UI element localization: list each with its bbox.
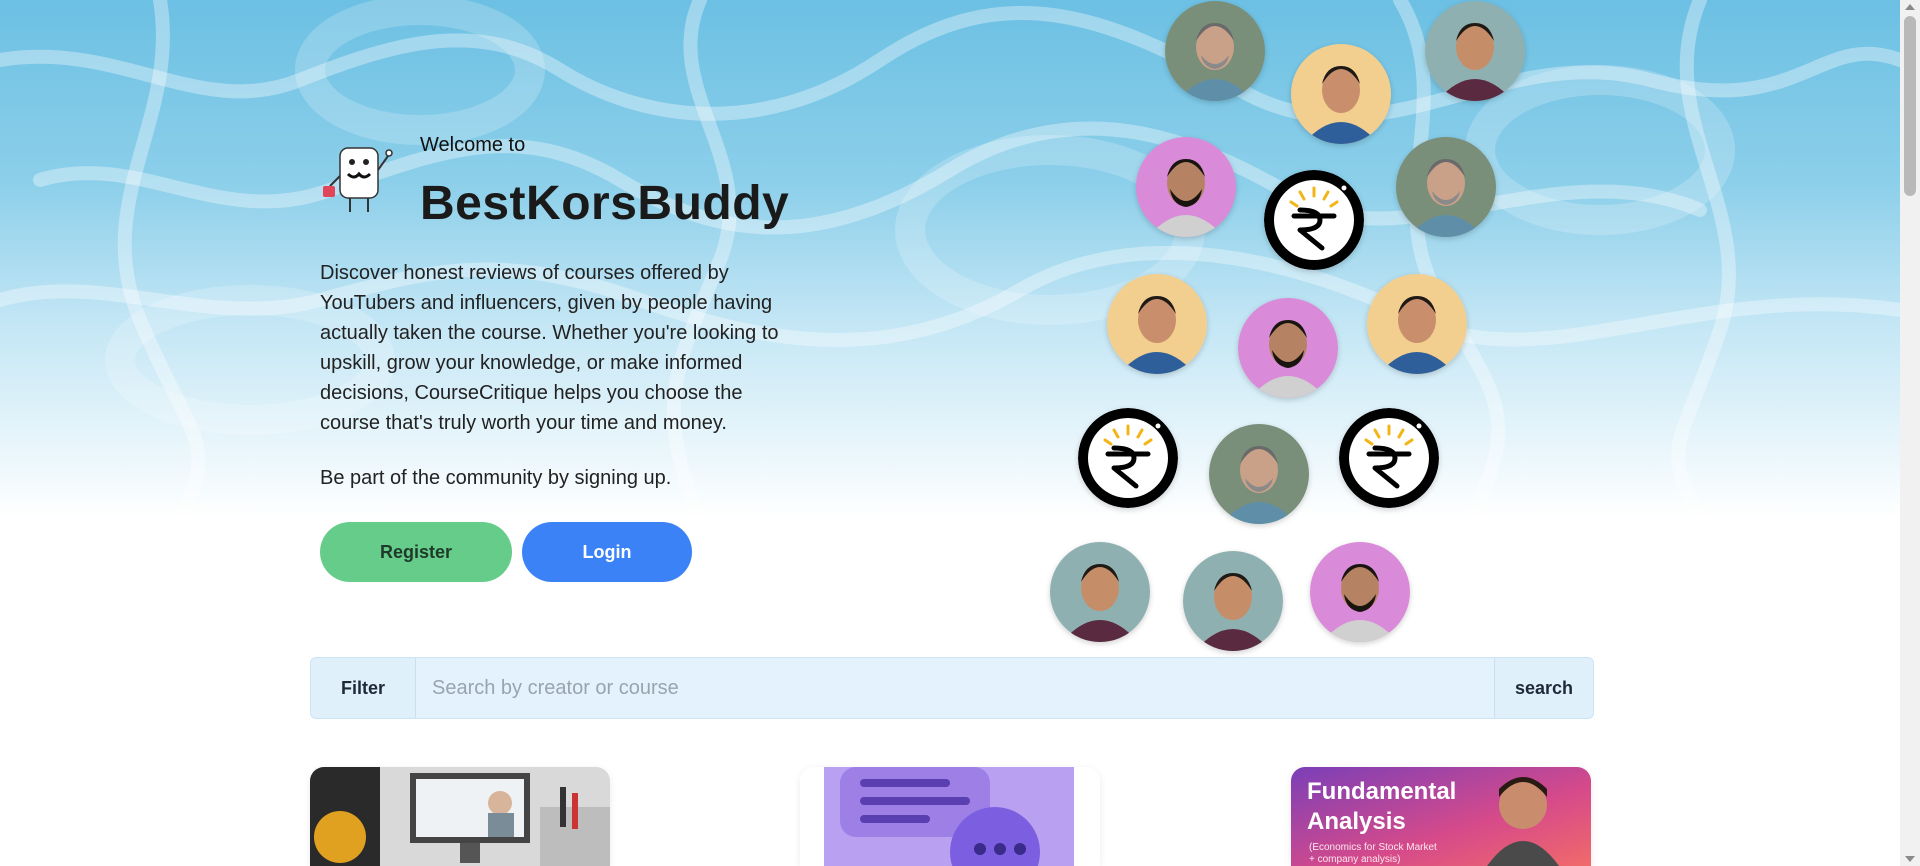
course-card[interactable] xyxy=(310,767,610,866)
scroll-up-icon[interactable] xyxy=(1905,4,1915,10)
creator-avatar[interactable] xyxy=(1367,274,1467,374)
filter-button[interactable]: Filter xyxy=(311,658,416,718)
creator-avatar[interactable] xyxy=(1238,298,1338,398)
creator-photo xyxy=(1050,542,1150,642)
course-image-online-class xyxy=(310,767,610,866)
creator-photo xyxy=(1367,274,1467,374)
creator-avatar[interactable] xyxy=(1107,274,1207,374)
creator-avatar[interactable] xyxy=(1209,424,1309,524)
creator-avatar[interactable] xyxy=(1183,551,1283,651)
course-card[interactable] xyxy=(800,767,1100,866)
creator-photo xyxy=(1183,551,1283,651)
hero-description: Discover honest reviews of courses offer… xyxy=(320,262,779,434)
welcome-text: Welcome to xyxy=(420,134,526,156)
course-card-subtitle: (Economics for Stock Market + company an… xyxy=(1309,842,1437,865)
scroll-thumb[interactable] xyxy=(1904,16,1916,196)
course-card-title: Fundamental Analysis xyxy=(1307,778,1457,835)
creator-avatar[interactable] xyxy=(1136,137,1236,237)
creator-avatar[interactable] xyxy=(1396,137,1496,237)
creator-avatar[interactable] xyxy=(1310,542,1410,642)
mascot-logo xyxy=(320,140,400,220)
creator-photo xyxy=(1291,44,1391,144)
creator-avatar[interactable] xyxy=(1425,1,1525,101)
login-button[interactable]: Login xyxy=(522,522,692,582)
creator-photo xyxy=(1165,1,1265,101)
search-bar: Filter search xyxy=(310,657,1594,719)
creator-photo xyxy=(1310,542,1410,642)
rupee-logo-icon xyxy=(1078,408,1178,508)
register-button[interactable]: Register xyxy=(320,522,512,582)
hero-background xyxy=(0,0,1900,520)
creator-photo xyxy=(1396,137,1496,237)
page-scrollbar[interactable] xyxy=(1900,0,1920,866)
creator-photo xyxy=(1238,298,1338,398)
rupee-logo-icon xyxy=(1339,408,1439,508)
creator-photo xyxy=(1136,137,1236,237)
signup-prompt: Be part of the community by signing up. xyxy=(320,467,672,489)
creator-photo xyxy=(1425,1,1525,101)
course-image-chat-bubbles xyxy=(800,767,1100,866)
brand-title: BestKorsBuddy xyxy=(420,177,790,230)
creator-avatar[interactable] xyxy=(1165,1,1265,101)
search-button[interactable]: search xyxy=(1494,658,1593,718)
creator-logo-avatar[interactable] xyxy=(1078,408,1178,508)
creator-photo xyxy=(1209,424,1309,524)
creator-logo-avatar[interactable] xyxy=(1264,170,1364,270)
creator-avatar[interactable] xyxy=(1291,44,1391,144)
creator-avatar[interactable] xyxy=(1050,542,1150,642)
course-card[interactable]: Fundamental Analysis (Economics for Stoc… xyxy=(1291,767,1591,866)
creator-photo xyxy=(1107,274,1207,374)
scroll-down-icon[interactable] xyxy=(1905,856,1915,862)
search-input[interactable] xyxy=(416,658,1494,718)
creator-logo-avatar[interactable] xyxy=(1339,408,1439,508)
rupee-logo-icon xyxy=(1264,170,1364,270)
